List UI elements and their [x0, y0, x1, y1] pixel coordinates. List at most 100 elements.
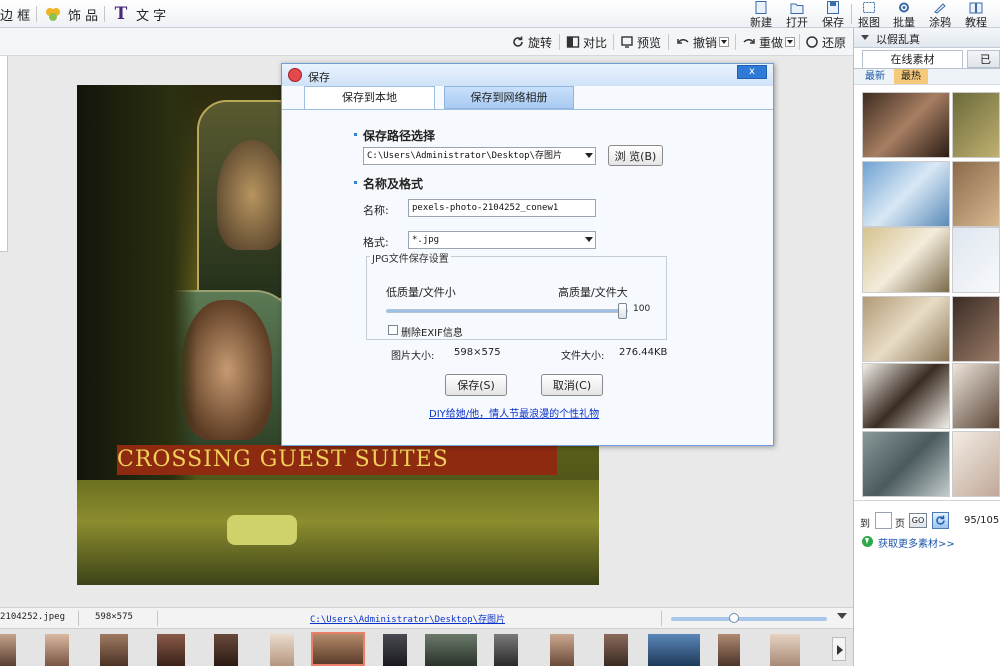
toolbar-divider [559, 34, 560, 50]
disk-icon [827, 1, 839, 14]
material-thumb[interactable] [862, 431, 950, 497]
refresh-icon [936, 515, 945, 525]
jpg-settings-title: JPG文件保存设置 [370, 250, 451, 265]
page-count: 95/105 [964, 515, 1000, 526]
file-name-input[interactable]: pexels-photo-2104252_conew1 [408, 199, 596, 217]
panel-header[interactable]: 以假乱真 [854, 28, 1000, 48]
tab-save-album[interactable]: 保存到网络相册 [444, 86, 574, 109]
material-thumb[interactable] [862, 92, 950, 158]
tab-save-local[interactable]: 保存到本地 [304, 86, 435, 109]
filter-hot[interactable]: 最热 [894, 69, 928, 84]
material-thumb[interactable] [952, 161, 1000, 227]
material-thumb[interactable] [952, 227, 1000, 293]
quality-slider-thumb[interactable] [618, 303, 627, 319]
material-thumb[interactable] [952, 92, 1000, 158]
filmstrip-thumb[interactable] [494, 634, 518, 666]
rotate-button[interactable]: 旋转 [511, 32, 552, 52]
material-thumb[interactable] [862, 296, 950, 362]
tab-save-album-label: 保存到网络相册 [470, 91, 548, 104]
open-button[interactable]: 打开 [781, 0, 813, 29]
filmstrip-next-button[interactable] [832, 637, 846, 661]
material-thumb[interactable] [862, 227, 950, 293]
left-panel-edge [0, 56, 8, 252]
save-path-select[interactable]: C:\Users\Administrator\Desktop\存图片 [363, 147, 596, 165]
tutorial-button[interactable]: 教程 [960, 0, 992, 29]
undo-dropdown[interactable] [719, 37, 729, 47]
filmstrip-thumb[interactable] [214, 634, 238, 666]
billboard-face [217, 140, 287, 250]
filmstrip-thumb[interactable] [270, 634, 294, 666]
cutout-button[interactable]: 抠图 [853, 0, 885, 29]
goto-label: 到 [860, 519, 870, 530]
format-label: 格式: [363, 236, 389, 249]
image-size-label: 图片大小: [391, 351, 435, 362]
undo-button[interactable]: 撤销 [676, 32, 717, 52]
filmstrip-thumb[interactable] [604, 634, 628, 666]
save-dialog: 保存 x 保存到本地 保存到网络相册 保存路径选择 C:\Users\Admin… [281, 63, 774, 446]
material-thumb[interactable] [952, 296, 1000, 362]
decoration-button[interactable]: 饰 品 [44, 2, 98, 26]
more-materials-link[interactable]: 获取更多素材>> [878, 535, 955, 550]
tab-used-materials[interactable]: 已 [967, 50, 1000, 68]
refresh-button[interactable] [932, 512, 949, 529]
doodle-button[interactable]: 涂鸦 [924, 0, 956, 29]
name-label: 名称: [363, 204, 389, 217]
format-value: *.jpg [412, 235, 440, 245]
promo-link[interactable]: DIY给她/他，情人节最浪漫的个性礼物 [429, 405, 599, 420]
new-button[interactable]: 新建 [745, 0, 777, 29]
dialog-close-button[interactable]: x [737, 65, 767, 79]
save-confirm-button[interactable]: 保存(S) [445, 374, 507, 396]
filmstrip-thumb[interactable] [157, 634, 185, 666]
material-thumb[interactable] [862, 363, 950, 429]
zoom-slider-thumb[interactable] [729, 613, 739, 623]
compare-label: 对比 [583, 35, 608, 50]
compare-button[interactable]: 对比 [566, 32, 607, 52]
filmstrip-thumb[interactable] [718, 634, 740, 666]
material-thumb[interactable] [862, 161, 950, 227]
filmstrip-thumb[interactable] [383, 634, 407, 666]
restore-icon [805, 35, 819, 49]
status-dimensions: 598×575 [95, 612, 133, 622]
material-thumb[interactable] [952, 431, 1000, 497]
batch-button[interactable]: 批量 [888, 0, 920, 29]
browse-button-label: 浏 览(B) [614, 149, 657, 163]
toolbar-divider [36, 6, 37, 22]
filmstrip-thumb[interactable] [648, 634, 700, 666]
filter-latest[interactable]: 最新 [858, 69, 892, 84]
redo-button[interactable]: 重做 [742, 32, 783, 52]
format-select[interactable]: *.jpg [408, 231, 596, 249]
save-button[interactable]: 保存 [817, 0, 849, 29]
browse-button[interactable]: 浏 览(B) [608, 145, 663, 166]
go-button[interactable]: GO [909, 513, 927, 528]
redo-dropdown[interactable] [785, 37, 795, 47]
filmstrip-thumb[interactable] [0, 634, 16, 666]
page-number-input[interactable] [875, 512, 892, 529]
zoom-slider-track[interactable] [671, 613, 827, 623]
toolbar-divider [104, 6, 105, 22]
border-button[interactable]: 边 框 [0, 2, 30, 26]
tab-save-local-label: 保存到本地 [342, 91, 397, 104]
filmstrip-thumb[interactable] [770, 634, 800, 666]
cancel-button[interactable]: 取消(C) [541, 374, 603, 396]
zoom-dropdown-icon[interactable] [837, 613, 847, 619]
quality-slider-track[interactable] [386, 303, 628, 319]
tab-online-materials[interactable]: 在线素材 [862, 50, 963, 68]
filmstrip-thumb[interactable] [100, 634, 128, 666]
text-button[interactable]: T 文 字 [112, 2, 166, 26]
remove-exif-checkbox[interactable] [388, 325, 398, 335]
filmstrip-thumb[interactable] [45, 634, 69, 666]
redo-icon [742, 35, 756, 49]
filmstrip-thumb[interactable] [550, 634, 574, 666]
preview-button[interactable]: 预览 [620, 32, 661, 52]
filmstrip-thumb[interactable] [425, 634, 477, 666]
page-label: 页 [895, 519, 905, 530]
status-path-link[interactable]: C:\Users\Administrator\Desktop\存图片 [310, 612, 505, 625]
restore-button[interactable]: 还原 [805, 32, 846, 52]
cutout-icon [863, 2, 875, 13]
undo-label: 撤销 [693, 35, 718, 50]
filmstrip [0, 629, 853, 666]
filmstrip-thumb-selected[interactable] [311, 632, 365, 666]
top-toolbar: 边 框 饰 品 T 文 字 新建 打开 保存 抠图 批量 涂鸦 教程 [0, 0, 1000, 29]
material-thumb[interactable] [952, 363, 1000, 429]
border-label: 边 框 [0, 8, 31, 24]
